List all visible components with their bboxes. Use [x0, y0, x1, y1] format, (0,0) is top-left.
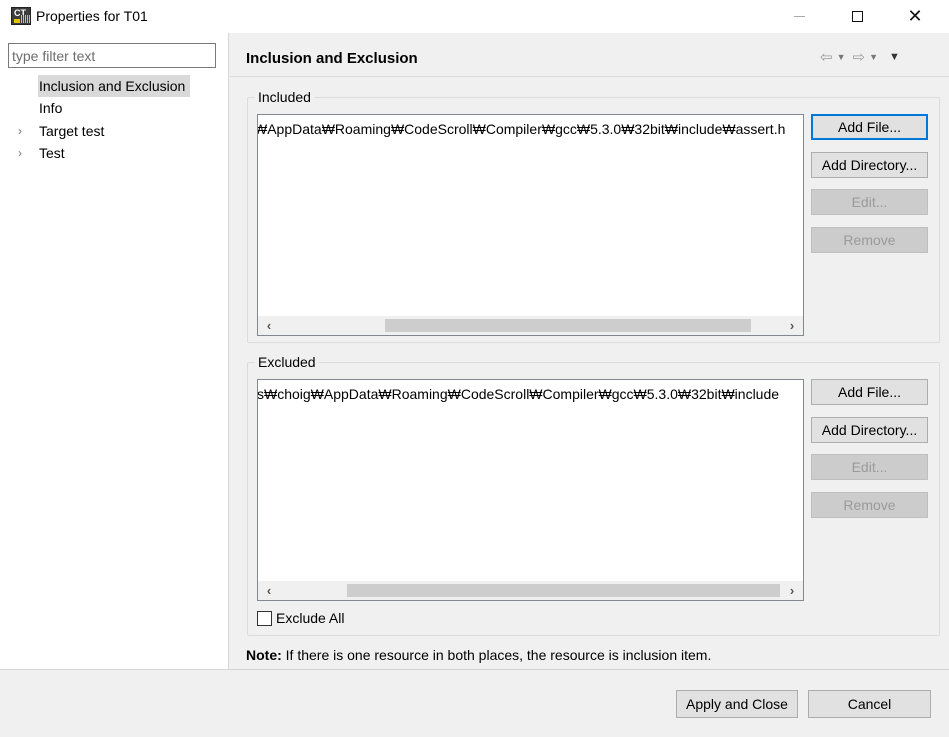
dropdown-icon[interactable]: ▼: [869, 52, 878, 62]
view-menu-icon[interactable]: ▼: [889, 51, 900, 63]
included-group: Included ₩AppData₩Roaming₩CodeScroll₩Com…: [247, 89, 940, 343]
property-page: Inclusion and Exclusion ⇦ ▼ ⇨ ▼ ▼ Includ…: [230, 33, 949, 669]
inclusion-note: Note: If there is one resource in both p…: [246, 647, 711, 663]
scroll-left-icon[interactable]: ‹: [260, 581, 278, 600]
maximize-button[interactable]: [834, 0, 880, 32]
page-header: Inclusion and Exclusion ⇦ ▼ ⇨ ▼ ▼: [230, 33, 949, 77]
minimize-icon: [793, 15, 805, 17]
tree-item-label: Target test: [39, 123, 105, 139]
forward-arrow-icon[interactable]: ⇨: [853, 48, 866, 66]
excluded-list[interactable]: s₩choig₩AppData₩Roaming₩CodeScroll₩Compi…: [257, 379, 804, 601]
included-remove-button[interactable]: Remove: [811, 227, 928, 253]
included-list[interactable]: ₩AppData₩Roaming₩CodeScroll₩Compiler₩gcc…: [257, 114, 804, 336]
page-navigation: ⇦ ▼ ⇨ ▼ ▼: [820, 48, 900, 66]
window-title: Properties for T01: [36, 8, 148, 24]
included-group-label: Included: [255, 89, 314, 105]
included-edit-button[interactable]: Edit...: [811, 189, 928, 215]
included-add-directory-button[interactable]: Add Directory...: [811, 152, 928, 178]
note-prefix: Note:: [246, 647, 282, 663]
app-icon: CT: [11, 7, 31, 25]
chevron-right-icon[interactable]: ›: [18, 120, 22, 142]
property-tree-pane: Inclusion and Exclusion Info › Target te…: [0, 33, 229, 669]
excluded-edit-button[interactable]: Edit...: [811, 454, 928, 480]
excluded-add-directory-button[interactable]: Add Directory...: [811, 417, 928, 443]
dialog-footer: Apply and Close Cancel: [0, 669, 949, 737]
excluded-add-file-button[interactable]: Add File...: [811, 379, 928, 405]
exclude-all-checkbox-row[interactable]: Exclude All: [257, 609, 344, 627]
note-text: If there is one resource in both places,…: [285, 647, 712, 663]
page-title: Inclusion and Exclusion: [246, 50, 418, 67]
scroll-right-icon[interactable]: ›: [783, 316, 801, 335]
horizontal-scrollbar[interactable]: ‹ ›: [258, 581, 803, 600]
title-bar: CT Properties for T01 ✕: [0, 0, 949, 33]
apply-and-close-button[interactable]: Apply and Close: [676, 690, 798, 718]
exclude-all-label: Exclude All: [276, 610, 345, 626]
tree-item-label: Info: [39, 100, 63, 116]
filter-input[interactable]: [8, 43, 216, 68]
close-icon: ✕: [907, 5, 923, 26]
cancel-button[interactable]: Cancel: [808, 690, 931, 718]
close-button[interactable]: ✕: [892, 0, 938, 32]
list-item[interactable]: ₩AppData₩Roaming₩CodeScroll₩Compiler₩gcc…: [258, 119, 785, 139]
scrollbar-thumb[interactable]: [347, 584, 780, 597]
excluded-group-label: Excluded: [255, 354, 319, 370]
horizontal-scrollbar[interactable]: ‹ ›: [258, 316, 803, 335]
included-add-file-button[interactable]: Add File...: [811, 114, 928, 140]
chevron-right-icon[interactable]: ›: [18, 142, 22, 164]
excluded-remove-button[interactable]: Remove: [811, 492, 928, 518]
back-arrow-icon[interactable]: ⇦: [820, 48, 833, 66]
maximize-icon: [851, 10, 863, 22]
minimize-button[interactable]: [776, 0, 822, 32]
excluded-group: Excluded s₩choig₩AppData₩Roaming₩CodeScr…: [247, 354, 940, 636]
scrollbar-thumb[interactable]: [385, 319, 751, 332]
scroll-right-icon[interactable]: ›: [783, 581, 801, 600]
list-item[interactable]: s₩choig₩AppData₩Roaming₩CodeScroll₩Compi…: [258, 384, 779, 404]
scroll-left-icon[interactable]: ‹: [260, 316, 278, 335]
tree-item-label: Test: [39, 145, 65, 161]
tree-item-label: Inclusion and Exclusion: [38, 75, 191, 97]
exclude-all-checkbox[interactable]: [257, 610, 272, 626]
dropdown-icon[interactable]: ▼: [837, 52, 846, 62]
